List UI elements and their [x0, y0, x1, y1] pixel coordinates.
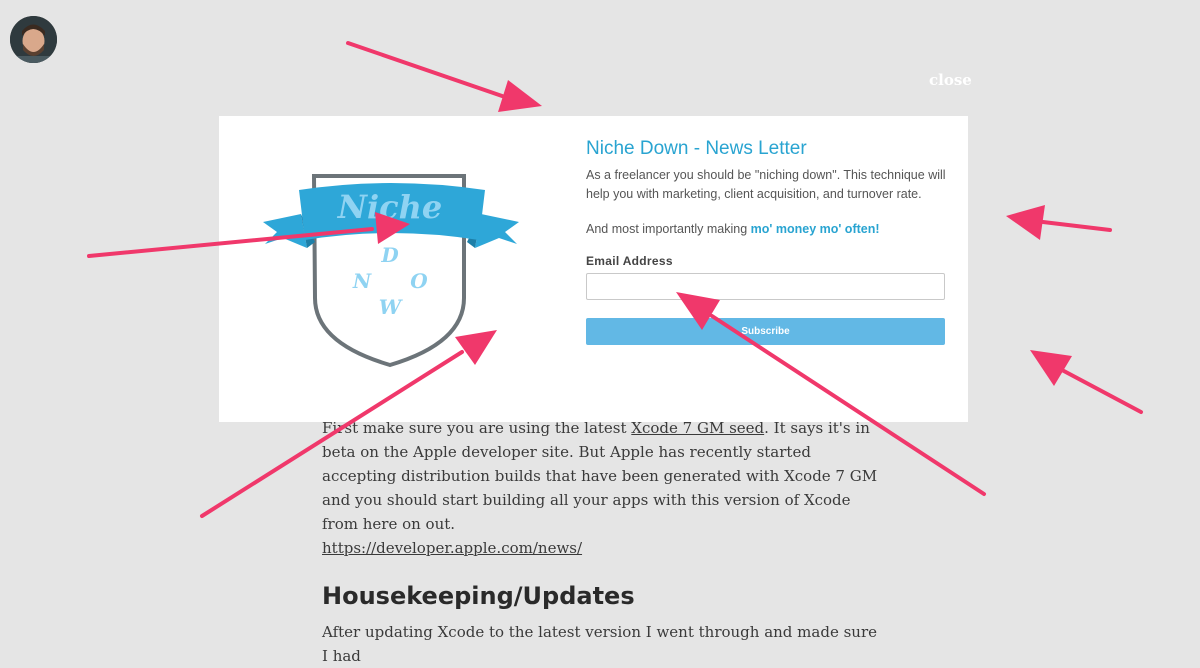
arrow-right-top: [1041, 220, 1112, 232]
arrow-top: [346, 41, 507, 99]
newsletter-modal: Niche D N O W Niche Down - News Letter A…: [219, 116, 968, 422]
apple-news-link[interactable]: https://developer.apple.com/news/: [322, 539, 582, 557]
arrow-right-bottom: [1060, 368, 1143, 414]
newsletter-title: Niche Down - News Letter: [586, 138, 807, 159]
email-field[interactable]: [586, 273, 945, 300]
logo-letter-n: N: [352, 269, 372, 293]
logo-ribbon-text: Niche: [337, 188, 443, 226]
avatar-image: [10, 16, 57, 63]
article-heading: Housekeeping/Updates: [322, 582, 635, 610]
niche-down-logo: Niche D N O W: [263, 174, 519, 368]
email-label: Email Address: [586, 254, 673, 268]
newsletter-emphasis: And most importantly making mo' money mo…: [586, 222, 880, 236]
article-link-paragraph: https://developer.apple.com/news/: [322, 536, 582, 560]
logo-letter-d: D: [380, 243, 399, 267]
newsletter-form: Niche Down - News Letter As a freelancer…: [586, 138, 946, 345]
avatar[interactable]: [10, 16, 57, 63]
newsletter-description: As a freelancer you should be "niching d…: [586, 168, 946, 201]
subscribe-button[interactable]: Subscribe: [586, 318, 945, 345]
logo-letter-o: O: [410, 269, 428, 293]
newsletter-highlight: mo' money mo' often!: [750, 222, 880, 236]
close-button[interactable]: close: [929, 71, 972, 89]
logo-letter-w: W: [379, 295, 404, 319]
article-paragraph-2: After updating Xcode to the latest versi…: [322, 623, 877, 665]
article-paragraph: First make sure you are using the latest…: [322, 419, 878, 533]
